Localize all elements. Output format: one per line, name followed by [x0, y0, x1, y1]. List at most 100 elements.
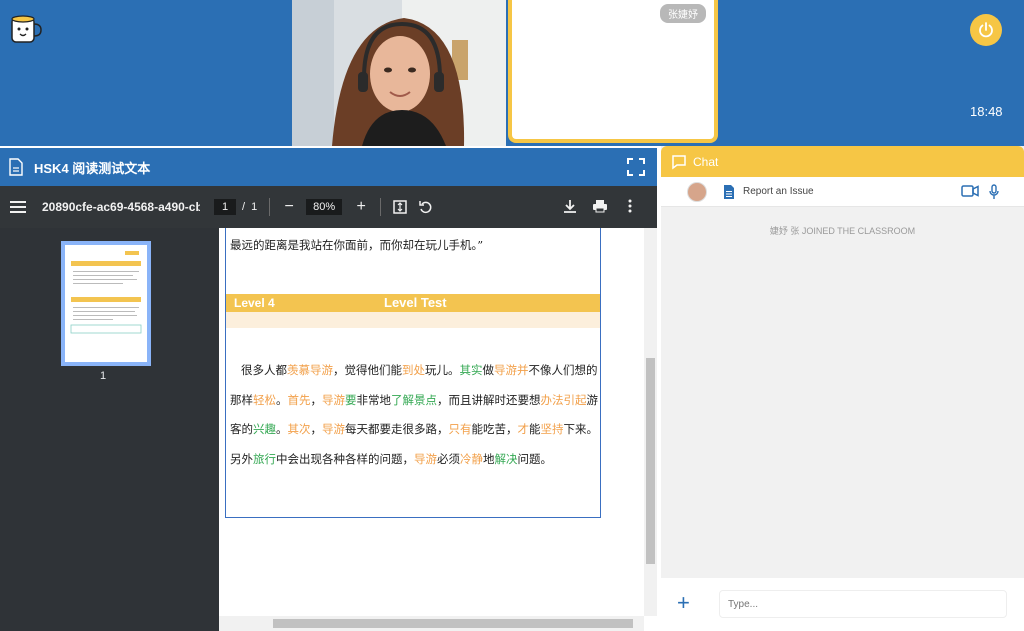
- thumbnail-sidebar: 1: [0, 228, 219, 631]
- self-video: [292, 0, 506, 146]
- logo-icon: [8, 12, 42, 46]
- zoom-input[interactable]: 80%: [306, 199, 343, 215]
- paragraph-segment: 解决: [494, 451, 518, 466]
- level-banner: Level 4 Level Test: [226, 294, 600, 312]
- print-icon[interactable]: [593, 199, 607, 213]
- paragraph-segment: 中会出现各种各样的问题，: [276, 451, 414, 466]
- page-total: 1: [251, 201, 258, 213]
- paragraph-segment: 要: [345, 392, 357, 407]
- pdf-page: 最远的距离是我站在你面前，而你却在玩儿手机。” Level 4 Level Te…: [225, 228, 601, 518]
- zoom-out-button[interactable]: −: [282, 199, 296, 215]
- paragraph-segment: 。: [276, 392, 288, 407]
- page-thumbnail[interactable]: [61, 241, 151, 366]
- paragraph-segment: 其实: [459, 363, 483, 377]
- rotate-icon: [419, 201, 432, 214]
- paragraph-segment: 导游: [322, 392, 345, 407]
- paragraph-segment: 。: [276, 422, 288, 436]
- report-issue-link[interactable]: Report an Issue: [743, 186, 814, 197]
- paragraph-segment: ，: [310, 422, 323, 436]
- microphone-icon[interactable]: [989, 184, 999, 200]
- paragraph-segment: 做: [482, 363, 494, 377]
- rotate-button[interactable]: [419, 200, 433, 214]
- chat-input-bar: +: [661, 578, 1024, 631]
- paragraph-segment: 导游: [414, 451, 437, 466]
- toolbar-divider: [269, 198, 271, 216]
- avatar: [687, 181, 707, 202]
- fit-page-icon: [393, 200, 407, 214]
- paragraph-segment: 轻松: [253, 392, 276, 407]
- paragraph-segment: 只有: [448, 422, 472, 436]
- paragraph-segment: 很多人都: [240, 363, 287, 377]
- paragraph-segment: 导游: [309, 363, 333, 377]
- page-separator: /: [242, 201, 246, 213]
- paragraph-segment: ，: [310, 392, 323, 407]
- vertical-scrollbar[interactable]: [644, 228, 657, 616]
- chat-message-input[interactable]: [719, 590, 1007, 618]
- paragraph-segment: 地: [483, 451, 495, 466]
- document-title: HSK4 阅读测试文本: [34, 160, 151, 176]
- paragraph-segment: 能: [529, 422, 541, 436]
- paragraph-segment: 冷静: [460, 451, 483, 466]
- horizontal-scrollbar[interactable]: [219, 616, 644, 631]
- zoom-in-button[interactable]: +: [354, 199, 368, 215]
- paragraph-segment: 能吃苦，: [471, 422, 518, 436]
- more-options-icon[interactable]: [623, 199, 637, 213]
- remote-video: 张婕妤: [508, 0, 718, 143]
- paragraph-segment: 非常地: [356, 392, 392, 407]
- clock: 18:48: [970, 104, 1003, 119]
- chat-header: Chat: [661, 146, 1024, 177]
- thumbnail-preview: [70, 251, 142, 334]
- toolbar-divider: [380, 198, 382, 216]
- document-icon[interactable]: [723, 184, 735, 200]
- paragraph-segment: 坚持: [540, 422, 564, 436]
- fit-page-button[interactable]: [393, 200, 407, 214]
- paragraph-segment: 才: [517, 422, 530, 436]
- document-header: HSK4 阅读测试文本: [0, 146, 657, 186]
- classroom-app: 张婕妤 18:48 HSK4 阅读测试文本 20890cfe-ac69-4568…: [0, 0, 1024, 631]
- add-attachment-button[interactable]: +: [677, 592, 690, 614]
- paragraph-segment: 羡慕: [286, 363, 310, 377]
- paragraph-segment: 并: [516, 363, 529, 377]
- paragraph-segment: 首先: [287, 392, 311, 407]
- power-button[interactable]: [970, 14, 1002, 46]
- paragraph-segment: 导游: [322, 422, 345, 436]
- quote-text: 最远的距离是我站在你面前，而你却在玩儿手机。”: [230, 238, 484, 252]
- pdf-viewer: 最远的距离是我站在你面前，而你却在玩儿手机。” Level 4 Level Te…: [219, 228, 657, 631]
- level-label: Level 4: [234, 296, 275, 310]
- chat-bubble-icon: [672, 154, 686, 169]
- paragraph-segment: 旅行: [253, 451, 276, 466]
- chat-title: Chat: [693, 154, 719, 169]
- thumbnail-page-number: 1: [100, 370, 107, 382]
- paragraph-segment: 引起: [563, 392, 587, 407]
- paragraph-segment: 兴趣: [253, 422, 276, 436]
- level-banner-underlay: [226, 312, 600, 328]
- top-bar: 张婕妤 18:48: [0, 0, 1024, 146]
- paragraph-segment: ，觉得他们能: [332, 363, 402, 377]
- pdf-toolbar: 20890cfe-ac69-4568-a490-cbe... 1 / 1 − 8…: [0, 186, 657, 228]
- reading-paragraph: 很多人都羡慕导游，觉得他们能到处玩儿。其实做导游并不像人们想的那样轻松。首先，导…: [230, 356, 598, 474]
- pdf-filename: 20890cfe-ac69-4568-a490-cbe...: [42, 200, 200, 214]
- camera-icon[interactable]: [961, 185, 979, 197]
- chat-toolbar: Report an Issue: [661, 177, 1024, 207]
- download-icon[interactable]: [563, 199, 577, 213]
- vertical-scroll-thumb[interactable]: [646, 358, 655, 564]
- paragraph-segment: 办法: [540, 392, 564, 407]
- paragraph-segment: 了解景点: [391, 392, 437, 407]
- power-icon: [979, 22, 993, 38]
- paragraph-segment: 必须: [437, 451, 460, 466]
- paragraph-segment: 导游: [493, 363, 517, 377]
- chat-panel: Chat Report an Issue 婕妤 张 JOINED THE CLA…: [661, 146, 1024, 631]
- paragraph-segment: 其次: [287, 422, 311, 436]
- horizontal-scroll-thumb[interactable]: [273, 619, 633, 628]
- pdf-actions: [563, 199, 637, 213]
- paragraph-segment: ，而且讲解时还要想: [437, 392, 541, 407]
- paragraph-segment: 每天都要走很多路，: [345, 422, 449, 436]
- paragraph-segment: 问题。: [517, 451, 553, 466]
- menu-icon[interactable]: [10, 200, 26, 214]
- paragraph-segment: 玩儿。: [424, 363, 460, 377]
- remote-name-tag: 张婕妤: [660, 4, 706, 23]
- fullscreen-icon[interactable]: [627, 158, 645, 176]
- page-number-input[interactable]: 1: [214, 199, 236, 215]
- file-icon: [9, 158, 23, 176]
- level-title: Level Test: [384, 295, 447, 310]
